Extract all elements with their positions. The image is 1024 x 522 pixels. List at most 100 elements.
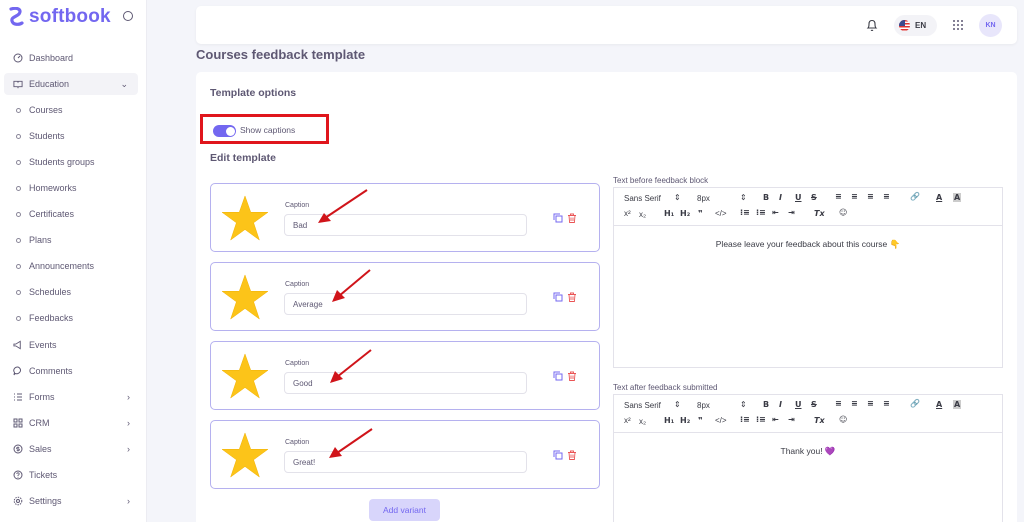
dot-icon (15, 263, 21, 269)
link-icon[interactable]: 🔗 (910, 399, 920, 408)
copy-icon[interactable] (553, 450, 563, 460)
font-size-select[interactable]: 8px (697, 401, 710, 410)
apps-grid-icon[interactable] (953, 20, 964, 31)
indent-icon[interactable]: ⇥ (788, 208, 795, 217)
sidebar-item-tickets[interactable]: Tickets (0, 464, 140, 486)
clear-format-icon[interactable]: Tx (814, 209, 825, 218)
sidebar-item-sales[interactable]: Sales › (0, 438, 140, 460)
sidebar-item-announcements[interactable]: Announcements (0, 255, 140, 277)
heading2-icon[interactable]: H₂ (680, 416, 690, 425)
sidebar-item-education[interactable]: Education ⌄ (4, 73, 138, 95)
align-justify-icon[interactable]: ≡ (883, 399, 890, 408)
sidebar-item-events[interactable]: Events (0, 334, 140, 356)
copy-icon[interactable] (553, 213, 563, 223)
underline-icon[interactable]: U (795, 193, 802, 202)
clear-format-icon[interactable]: Tx (814, 416, 825, 425)
star-icon[interactable] (221, 353, 269, 399)
bullet-list-icon[interactable]: ⁝≡ (756, 208, 766, 217)
outdent-icon[interactable]: ⇤ (772, 415, 779, 424)
bold-icon[interactable]: B (763, 400, 769, 409)
sidebar-item-courses[interactable]: Courses (0, 99, 140, 121)
star-icon[interactable] (221, 195, 269, 241)
align-left-icon[interactable]: ≡ (835, 192, 842, 201)
sidebar-collapse-icon[interactable] (123, 11, 133, 21)
annotation-arrow-icon (318, 189, 368, 223)
editor-toolbar: Sans Serif ⇕ 8px ⇕ B I U S ≡ ≡ ≡ ≡ 🔗 A A… (614, 395, 1002, 433)
copy-icon[interactable] (553, 292, 563, 302)
indent-icon[interactable]: ⇥ (788, 415, 795, 424)
outdent-icon[interactable]: ⇤ (772, 208, 779, 217)
emoji-icon[interactable]: ☺ (839, 208, 847, 217)
superscript-icon[interactable]: x² (624, 209, 631, 218)
subscript-icon[interactable]: x₂ (639, 210, 646, 219)
chevron-right-icon: › (127, 418, 130, 428)
sidebar-item-label: Certificates (29, 209, 75, 219)
blockquote-icon[interactable]: ❞ (698, 416, 703, 425)
text-after-content[interactable]: Thank you! 💜 (614, 433, 1002, 457)
strike-icon[interactable]: S (811, 193, 817, 202)
sidebar-item-students-groups[interactable]: Students groups (0, 151, 140, 173)
background-color-icon[interactable]: A (953, 193, 962, 202)
sidebar-item-certificates[interactable]: Certificates (0, 203, 140, 225)
sidebar-item-feedbacks[interactable]: Feedbacks (0, 307, 140, 329)
ordered-list-icon[interactable]: ⁝≡ (740, 208, 750, 217)
code-icon[interactable]: </> (715, 416, 727, 425)
sidebar-item-dashboard[interactable]: Dashboard (0, 47, 140, 69)
heading1-icon[interactable]: H₁ (664, 209, 674, 218)
text-before-content[interactable]: Please leave your feedback about this co… (614, 226, 1002, 250)
align-right-icon[interactable]: ≡ (867, 192, 874, 201)
sidebar-item-crm[interactable]: CRM › (0, 412, 140, 434)
align-center-icon[interactable]: ≡ (851, 399, 858, 408)
sidebar-item-label: Comments (29, 366, 73, 376)
font-family-select[interactable]: Sans Serif (624, 194, 661, 203)
list-icon (13, 392, 23, 402)
text-color-icon[interactable]: A (936, 193, 942, 202)
underline-icon[interactable]: U (795, 400, 802, 409)
sidebar-item-homeworks[interactable]: Homeworks (0, 177, 140, 199)
sidebar-item-comments[interactable]: Comments (0, 360, 140, 382)
trash-icon[interactable] (567, 213, 577, 223)
italic-icon[interactable]: I (779, 400, 782, 409)
align-right-icon[interactable]: ≡ (867, 399, 874, 408)
font-family-select[interactable]: Sans Serif (624, 401, 661, 410)
sidebar-item-schedules[interactable]: Schedules (0, 281, 140, 303)
text-color-icon[interactable]: A (936, 400, 942, 409)
link-icon[interactable]: 🔗 (910, 192, 920, 201)
logo[interactable]: softbook (8, 6, 111, 28)
superscript-icon[interactable]: x² (624, 416, 631, 425)
add-variant-button[interactable]: Add variant (369, 499, 440, 521)
heading2-icon[interactable]: H₂ (680, 209, 690, 218)
align-justify-icon[interactable]: ≡ (883, 192, 890, 201)
sidebar-item-settings[interactable]: Settings › (0, 490, 140, 512)
bell-icon[interactable] (866, 18, 878, 32)
sidebar-item-forms[interactable]: Forms › (0, 386, 140, 408)
dot-icon (15, 211, 21, 217)
subscript-icon[interactable]: x₂ (639, 417, 646, 426)
emoji-icon[interactable]: ☺ (839, 415, 847, 424)
star-icon[interactable] (221, 432, 269, 478)
font-size-select[interactable]: 8px (697, 194, 710, 203)
sidebar-item-students[interactable]: Students (0, 125, 140, 147)
strike-icon[interactable]: S (811, 400, 817, 409)
background-color-icon[interactable]: A (953, 400, 962, 409)
page-title: Courses feedback template (196, 47, 366, 62)
copy-icon[interactable] (553, 371, 563, 381)
trash-icon[interactable] (567, 450, 577, 460)
trash-icon[interactable] (567, 292, 577, 302)
code-icon[interactable]: </> (715, 209, 727, 218)
language-selector[interactable]: EN (894, 15, 937, 36)
ordered-list-icon[interactable]: ⁝≡ (740, 415, 750, 424)
show-captions-toggle[interactable] (213, 125, 236, 137)
bold-icon[interactable]: B (763, 193, 769, 202)
blockquote-icon[interactable]: ❞ (698, 209, 703, 218)
avatar[interactable]: KN (979, 14, 1002, 37)
align-center-icon[interactable]: ≡ (851, 192, 858, 201)
align-left-icon[interactable]: ≡ (835, 399, 842, 408)
trash-icon[interactable] (567, 371, 577, 381)
star-icon[interactable] (221, 274, 269, 320)
bullet-list-icon[interactable]: ⁝≡ (756, 415, 766, 424)
italic-icon[interactable]: I (779, 193, 782, 202)
sidebar-item-plans[interactable]: Plans (0, 229, 140, 251)
template-options-title: Template options (210, 87, 297, 99)
heading1-icon[interactable]: H₁ (664, 416, 674, 425)
